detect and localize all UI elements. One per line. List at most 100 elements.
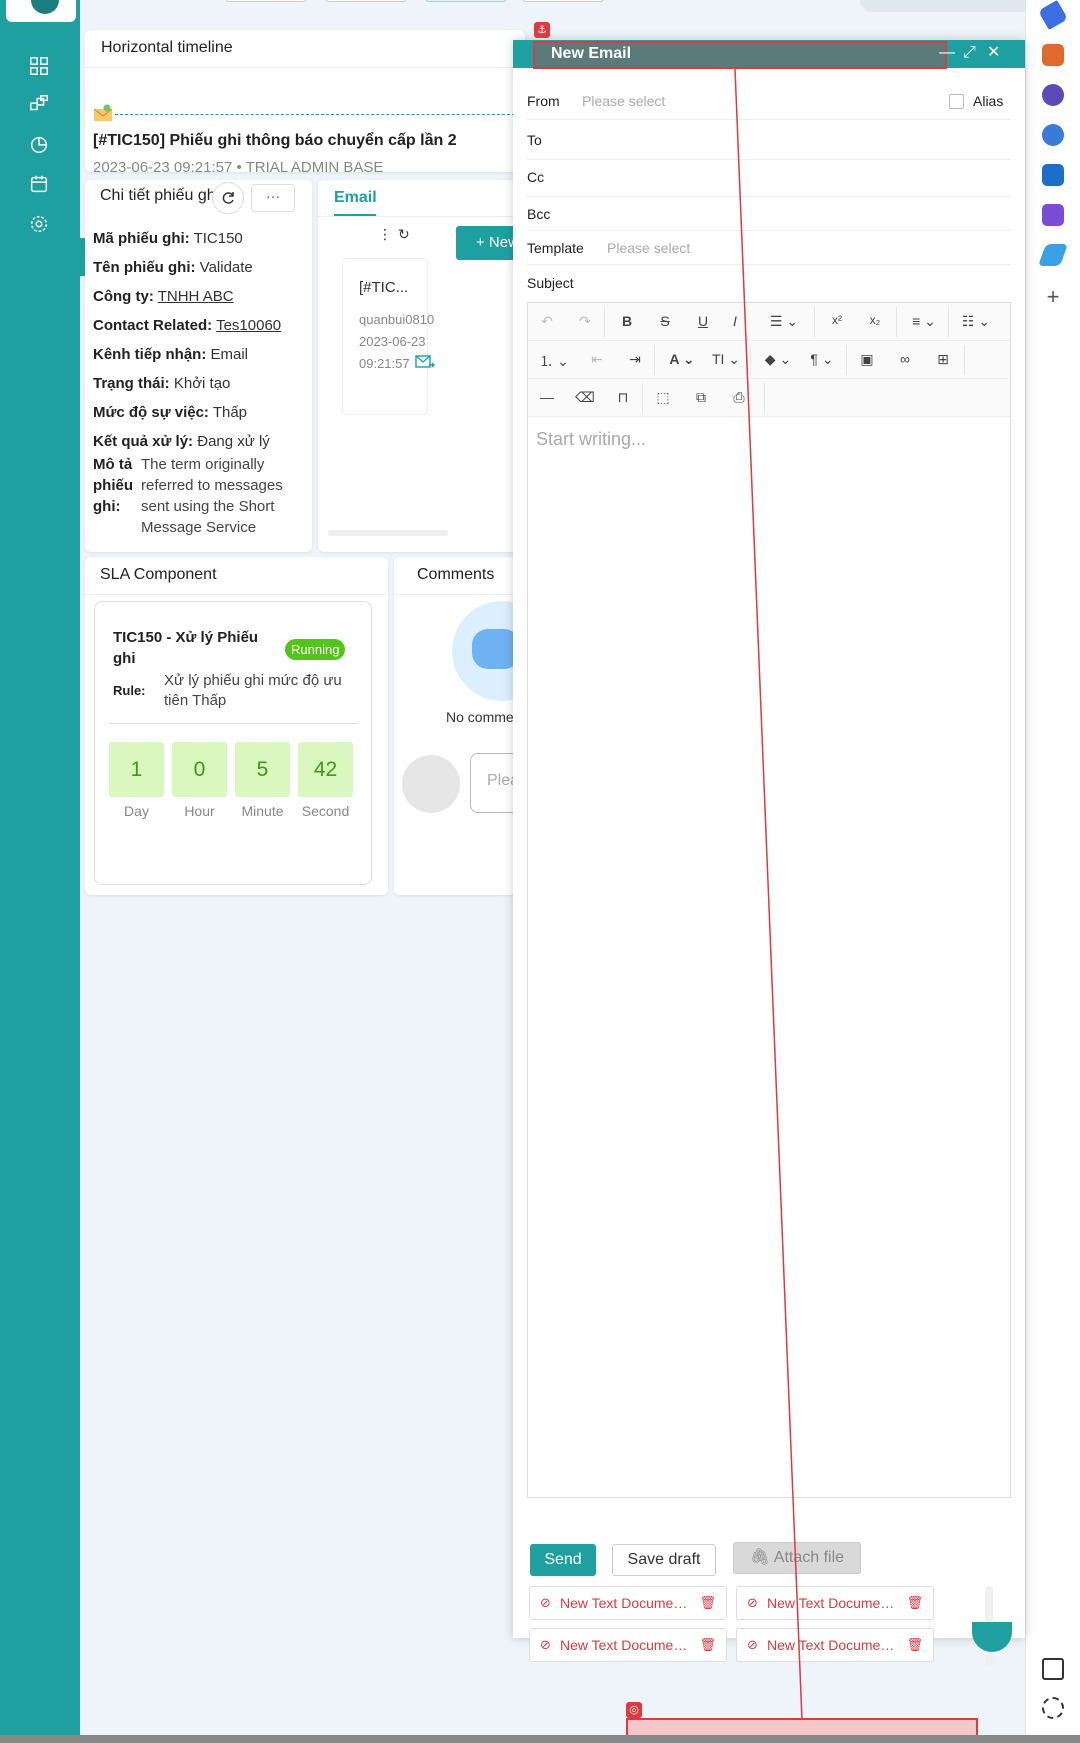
paperclip-icon: ⊘ xyxy=(540,1637,551,1652)
detail-value: Email xyxy=(210,346,249,363)
attach-file-button[interactable]: 🖇 Attach file xyxy=(733,1542,861,1574)
trash-icon[interactable]: 🗑 xyxy=(906,1629,923,1661)
top-button-4[interactable] xyxy=(522,0,604,2)
dialog-title[interactable]: New Email xyxy=(533,41,947,69)
chess-app-icon[interactable] xyxy=(1042,84,1064,106)
floating-action-button[interactable] xyxy=(972,1622,1012,1652)
fullscreen-icon[interactable]: ⧉ xyxy=(690,389,712,406)
link-icon[interactable]: ∞ xyxy=(894,351,916,367)
refresh-button[interactable] xyxy=(212,182,244,214)
email-list-item[interactable]: [#TIC... quanbui0810 2023-06-23 09:21:57 xyxy=(342,258,435,415)
paperclip-icon: ⊘ xyxy=(747,1637,758,1652)
template-select[interactable]: Please select xyxy=(607,240,690,256)
dashboard-icon[interactable] xyxy=(26,53,52,79)
redo-icon[interactable]: ↷ xyxy=(574,313,596,330)
alias-label: Alias xyxy=(973,93,1004,109)
detail-row: Tên phiếu ghi: Validate xyxy=(93,253,303,282)
detail-label: Tên phiếu ghi: xyxy=(93,259,196,276)
minimize-icon[interactable]: — xyxy=(939,45,955,61)
rail-settings-icon[interactable] xyxy=(1042,1697,1064,1719)
subscript-icon[interactable]: x₂ xyxy=(864,313,886,327)
outlook-app-icon[interactable] xyxy=(1042,164,1064,186)
detail-label: Kết quả xử lý: xyxy=(93,433,194,450)
superscript-icon[interactable]: x² xyxy=(826,313,848,327)
alias-checkbox[interactable] xyxy=(949,94,964,109)
reload-icon[interactable]: ↻ xyxy=(398,226,416,242)
logo-mark xyxy=(31,0,59,14)
detail-label: Công ty: xyxy=(93,288,154,305)
from-select[interactable]: Please select xyxy=(582,93,665,109)
attachment-name: New Text Document.txt xyxy=(560,1637,694,1653)
line-height-icon[interactable]: ☰ ⌄ xyxy=(766,313,802,330)
minute-counter: 5 xyxy=(235,742,290,797)
subject-field[interactable]: Subject xyxy=(527,269,1011,299)
select-all-icon[interactable]: ⬚ xyxy=(652,389,674,406)
undo-icon[interactable]: ↶ xyxy=(536,313,558,330)
format-painter-icon[interactable]: ⊓ xyxy=(612,389,634,406)
office-app-icon[interactable] xyxy=(1042,124,1064,146)
detail-link[interactable]: TNHH ABC xyxy=(158,288,234,305)
from-field[interactable]: From Please select xyxy=(527,84,1011,120)
underline-icon[interactable]: U xyxy=(692,313,714,329)
notes-app-icon[interactable] xyxy=(1042,204,1064,226)
outdent-icon[interactable]: ⇤ xyxy=(586,351,608,368)
trash-icon[interactable]: 🗑 xyxy=(906,1587,923,1619)
print-icon[interactable]: ⎙ xyxy=(728,389,750,406)
modules-icon[interactable] xyxy=(26,91,52,117)
numbered-list-icon[interactable]: ⒈ ⌄ xyxy=(536,351,572,371)
calendar-icon[interactable] xyxy=(26,171,52,197)
align-icon[interactable]: ≡ ⌄ xyxy=(906,313,942,330)
close-icon[interactable]: ✕ xyxy=(987,45,1000,61)
paperclip-icon: ⊘ xyxy=(540,1595,551,1610)
settings-gear-icon[interactable] xyxy=(26,211,52,237)
add-app-icon[interactable]: + xyxy=(1042,286,1064,308)
attachment-item[interactable]: ⊘ New Text Document.txt 🗑 xyxy=(736,1586,934,1620)
font-size-icon[interactable]: TI ⌄ xyxy=(708,351,744,368)
bcc-field[interactable]: Bcc xyxy=(527,198,1011,231)
attachment-item[interactable]: ⊘ New Text Document.txt 🗑 xyxy=(736,1628,934,1662)
cc-field[interactable]: Cc xyxy=(527,161,1011,197)
detail-link[interactable]: Tes10060 xyxy=(216,317,281,334)
cc-label: Cc xyxy=(527,169,545,185)
eraser-icon[interactable]: ⌫ xyxy=(574,389,596,406)
trash-icon[interactable]: 🗑 xyxy=(699,1629,716,1661)
toolbox-app-icon[interactable] xyxy=(1042,44,1064,66)
table-icon[interactable]: ⊞ xyxy=(932,351,954,368)
template-field[interactable]: Template Please select xyxy=(527,233,1011,265)
timeline-line xyxy=(115,114,525,115)
top-button-1[interactable] xyxy=(225,0,307,2)
email-panel: Email ⋮↻ + New [#TIC... quanbui0810 2023… xyxy=(318,180,525,552)
send-button[interactable]: Send xyxy=(530,1544,596,1576)
tab-email[interactable]: Email xyxy=(334,189,377,207)
bold-icon[interactable]: B xyxy=(616,313,638,329)
to-field[interactable]: To xyxy=(527,124,1011,160)
horizontal-scrollbar[interactable] xyxy=(328,530,448,536)
indent-icon[interactable]: ⇥ xyxy=(624,351,646,368)
paragraph-icon[interactable]: ¶ ⌄ xyxy=(804,351,840,368)
attachment-item[interactable]: ⊘ New Text Document.txt 🗑 xyxy=(529,1628,727,1662)
kebab-menu-icon[interactable]: ⋮ xyxy=(378,226,398,242)
font-color-icon[interactable]: A ⌄ xyxy=(664,351,700,368)
more-options-button[interactable]: ··· xyxy=(251,184,295,212)
expand-icon[interactable]: ⤢ xyxy=(963,45,976,61)
attach-file-label: Attach file xyxy=(773,1549,845,1566)
report-chart-icon[interactable] xyxy=(26,131,52,157)
top-button-2[interactable] xyxy=(325,0,407,2)
top-toolbar xyxy=(80,0,1080,30)
italic-icon[interactable]: I xyxy=(724,313,746,329)
horizontal-rule-icon[interactable]: — xyxy=(536,389,558,405)
top-button-3[interactable] xyxy=(425,0,507,2)
bullet-list-icon[interactable]: ☷ ⌄ xyxy=(958,313,994,330)
save-draft-button[interactable]: Save draft xyxy=(612,1544,716,1576)
attachment-item[interactable]: ⊘ New Text Document.txt 🗑 xyxy=(529,1586,727,1620)
rich-text-editor[interactable]: ↶ ↷ B S U I ☰ ⌄ x² x₂ ≡ ⌄ ☷ ⌄ ⒈ ⌄ ⇤ ⇥ A … xyxy=(527,302,1011,1498)
strikethrough-icon[interactable]: S xyxy=(654,313,676,329)
send-app-icon[interactable] xyxy=(1037,244,1069,266)
tag-app-icon[interactable] xyxy=(1037,0,1069,31)
image-icon[interactable]: ▣ xyxy=(856,351,878,368)
highlight-icon[interactable]: ◆ ⌄ xyxy=(760,351,796,368)
logo[interactable] xyxy=(6,0,76,22)
trash-icon[interactable]: 🗑 xyxy=(699,1587,716,1619)
sidebar-toggle-icon[interactable] xyxy=(1042,1658,1064,1680)
timeline-item-title[interactable]: [#TIC150] Phiếu ghi thông báo chuyển cấp… xyxy=(93,132,457,150)
